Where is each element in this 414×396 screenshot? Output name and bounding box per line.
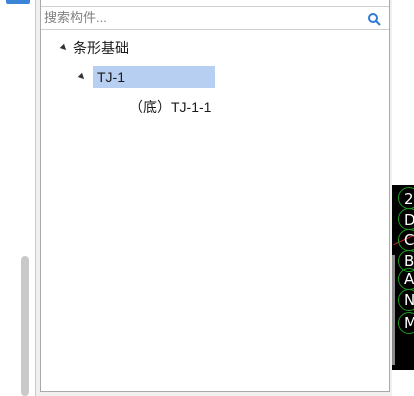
axis-label: N xyxy=(404,291,414,309)
sidebar-scrollbar[interactable] xyxy=(21,256,29,396)
component-tree-panel: 搜索构件... 条形基础 TJ-1 （底）TJ-1-1 xyxy=(40,0,390,392)
tree-node-tj-1[interactable]: TJ-1 xyxy=(77,66,215,88)
sidebar-tab-indicator[interactable] xyxy=(6,0,30,4)
search-icon[interactable] xyxy=(367,12,381,26)
drawing-canvas[interactable]: 2 D C B A N M xyxy=(392,0,414,396)
tree-node-label: TJ-1 xyxy=(97,69,125,85)
tree-node-tj-1-1[interactable]: （底）TJ-1-1 xyxy=(129,96,239,118)
axis-label: M xyxy=(404,314,414,332)
axis-label: C xyxy=(404,231,414,249)
tree-node-label: 条形基础 xyxy=(73,40,129,56)
tree-node-strip-foundation[interactable]: 条形基础 xyxy=(59,37,171,59)
canvas-scrollbar[interactable] xyxy=(392,255,395,365)
axis-label: 2 xyxy=(404,190,414,208)
axis-label: D xyxy=(404,211,414,229)
axis-label: A xyxy=(404,270,414,288)
app-window: 搜索构件... 条形基础 TJ-1 （底）TJ-1-1 2 D C B A N … xyxy=(0,0,414,396)
expand-triangle-icon[interactable] xyxy=(59,43,69,53)
tree-node-label: （底）TJ-1-1 xyxy=(129,99,212,115)
search-input[interactable]: 搜索构件... xyxy=(41,6,389,30)
search-placeholder: 搜索构件... xyxy=(44,10,107,25)
left-sidebar xyxy=(0,0,36,396)
expand-triangle-icon[interactable] xyxy=(77,72,87,82)
